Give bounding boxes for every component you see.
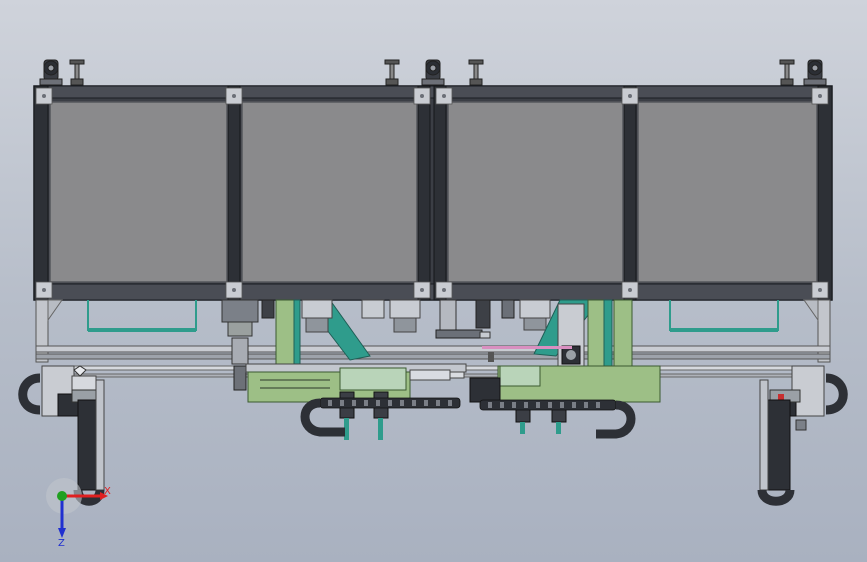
- panel-1: [49, 101, 228, 283]
- lower-green-frames: [87, 300, 779, 331]
- leveling-feet: [39, 59, 827, 86]
- foot-4: [779, 59, 795, 86]
- caster-center: [421, 59, 445, 86]
- cad-viewport[interactable]: X Z: [0, 0, 867, 562]
- green-bar-right: [670, 328, 778, 332]
- foot-2: [384, 59, 400, 86]
- foot-1: [69, 59, 85, 86]
- panel-3: [447, 101, 624, 283]
- caster-right: [803, 59, 827, 86]
- triad-z-label: Z: [58, 538, 65, 549]
- left-mechanism: [221, 299, 491, 440]
- assembly-drawing[interactable]: X Z: [0, 0, 867, 562]
- green-bar-left: [88, 328, 196, 332]
- foot-3: [468, 59, 484, 86]
- panel-4: [637, 101, 818, 283]
- panel-2: [241, 101, 418, 283]
- caster-left: [39, 59, 63, 86]
- triad-x-label: X: [104, 486, 111, 497]
- right-leg-assembly: [757, 365, 848, 506]
